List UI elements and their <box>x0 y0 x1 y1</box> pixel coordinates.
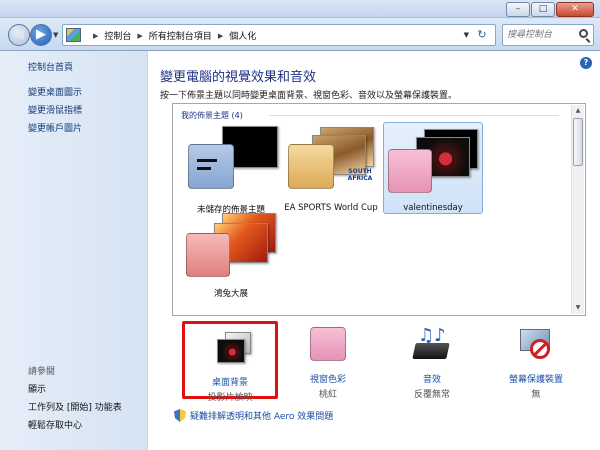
breadcrumb-chevron-icon[interactable]: ▶ <box>93 32 98 40</box>
page-description: 按一下佈景主題以同時變更桌面背景、視窗色彩、音效以及螢幕保護裝置。 <box>160 91 458 101</box>
theme-unsaved[interactable]: 未儲存的佈景主題 <box>181 122 281 215</box>
setting-name: 桌面背景 <box>211 378 248 388</box>
theme-color-swatch <box>188 144 234 189</box>
breadcrumb-all-items[interactable]: 所有控制台項目 <box>149 29 212 42</box>
breadcrumb: ▶ 控制台 ▶ 所有控制台項目 ▶ 個人化 <box>87 29 256 43</box>
taskbar-start-menu-link[interactable]: 工作列及 [開始] 功能表 <box>28 400 122 413</box>
change-account-picture-link[interactable]: 變更帳戶圖片 <box>28 121 82 134</box>
search-icon[interactable] <box>579 29 588 38</box>
theme-color-swatch <box>388 149 432 193</box>
theme-color-swatch <box>186 233 230 277</box>
page-title: 變更電腦的視覺效果和音效 <box>160 70 317 85</box>
left-navigation-pane: 控制台首頁 變更桌面圖示 變更滑鼠指標 變更帳戶圖片 請參閱 顯示 工作列及 [… <box>0 51 148 450</box>
aero-troubleshoot-link-row: 疑難排解透明和其他 Aero 效果問題 <box>174 409 333 422</box>
title-bar: – □ ✕ <box>0 0 600 18</box>
back-button[interactable]: ◀ <box>8 24 30 46</box>
close-button[interactable]: ✕ <box>556 2 594 17</box>
desktop-background-icon <box>215 332 251 364</box>
theme-label: valentinesday <box>403 203 463 213</box>
window-controls: – □ ✕ <box>505 2 594 17</box>
theme-group-header[interactable]: 我的佈景主題 (4) <box>181 110 243 121</box>
refresh-icon[interactable]: ↻ <box>474 28 490 42</box>
screen-saver-button[interactable]: 螢幕保護裝置 無 <box>488 321 584 400</box>
control-panel-icon <box>66 28 81 42</box>
theme-list-scrollbar[interactable]: ▲ ▼ <box>571 105 584 314</box>
desktop-background-button[interactable]: 桌面背景 投影片放映 <box>182 321 278 403</box>
setting-name: 音效 <box>422 375 441 385</box>
recent-pages-dropdown[interactable]: ▼ <box>53 31 58 39</box>
shield-icon <box>174 409 186 422</box>
theme-label: 鴻兔大展 <box>213 289 248 299</box>
change-mouse-pointers-link[interactable]: 變更滑鼠指標 <box>28 103 82 116</box>
theme-ea-sports-world-cup[interactable]: SOUTH AFRICA EA SPORTS World Cup <box>281 122 381 214</box>
scrollbar-thumb[interactable] <box>573 118 583 166</box>
aero-troubleshoot-link[interactable]: 疑難排解透明和其他 Aero 效果問題 <box>190 409 333 422</box>
screen-saver-icon <box>518 329 554 361</box>
breadcrumb-control-panel[interactable]: 控制台 <box>104 29 131 42</box>
address-bar[interactable]: ▶ 控制台 ▶ 所有控制台項目 ▶ 個人化 ▼ ↻ <box>62 24 496 46</box>
scroll-up-arrow-icon[interactable]: ▲ <box>572 105 584 117</box>
setting-name: 視窗色彩 <box>309 375 346 385</box>
change-desktop-icons-link[interactable]: 變更桌面圖示 <box>28 85 82 98</box>
breadcrumb-chevron-icon[interactable]: ▶ <box>137 32 142 40</box>
sounds-icon: ♫♪ <box>412 325 450 361</box>
theme-list: 我的佈景主題 (4) 未儲存的佈景主題 SOUTH AFRICA EA SPOR… <box>172 103 586 316</box>
display-link[interactable]: 顯示 <box>28 382 46 395</box>
forward-button[interactable]: ▶ <box>30 24 52 46</box>
theme-valentinesday[interactable]: valentinesday <box>383 122 483 214</box>
sounds-button[interactable]: ♫♪ 音效 反覆無常 <box>384 321 480 400</box>
setting-value: 桃紅 <box>318 390 337 400</box>
breadcrumb-chevron-icon[interactable]: ▶ <box>218 32 223 40</box>
theme-color-swatch <box>288 144 334 189</box>
theme-rabbit-exhibition[interactable]: 鴻兔大展 <box>181 213 281 308</box>
address-dropdown-icon[interactable]: ▼ <box>464 31 469 39</box>
window-color-icon <box>310 327 346 361</box>
group-divider <box>269 115 559 116</box>
setting-name: 螢幕保護裝置 <box>508 375 563 385</box>
search-input[interactable] <box>507 26 579 44</box>
ease-of-access-link[interactable]: 輕鬆存取中心 <box>28 418 82 431</box>
maximize-button[interactable]: □ <box>531 2 555 17</box>
see-also-heading: 請參閱 <box>28 367 56 377</box>
scroll-down-arrow-icon[interactable]: ▼ <box>572 302 584 314</box>
setting-value: 無 <box>531 390 541 400</box>
window-color-button[interactable]: 視窗色彩 桃紅 <box>280 321 376 400</box>
theme-label: EA SPORTS World Cup <box>284 203 378 213</box>
search-box[interactable] <box>502 24 594 46</box>
address-toolbar: ◀ ▶ ▼ ▶ 控制台 ▶ 所有控制台項目 ▶ 個人化 ▼ ↻ <box>0 18 600 51</box>
setting-value: 投影片放映 <box>207 393 253 403</box>
help-icon[interactable]: ? <box>580 57 592 69</box>
main-content: ? 變更電腦的視覺效果和音效 按一下佈景主題以同時變更桌面背景、視窗色彩、音效以… <box>148 51 600 450</box>
south-africa-logo-text: SOUTH AFRICA <box>347 168 373 182</box>
setting-value: 反覆無常 <box>413 390 450 400</box>
breadcrumb-personalization[interactable]: 個人化 <box>229 29 256 42</box>
minimize-button[interactable]: – <box>506 2 530 17</box>
control-panel-home-link[interactable]: 控制台首頁 <box>28 60 73 73</box>
